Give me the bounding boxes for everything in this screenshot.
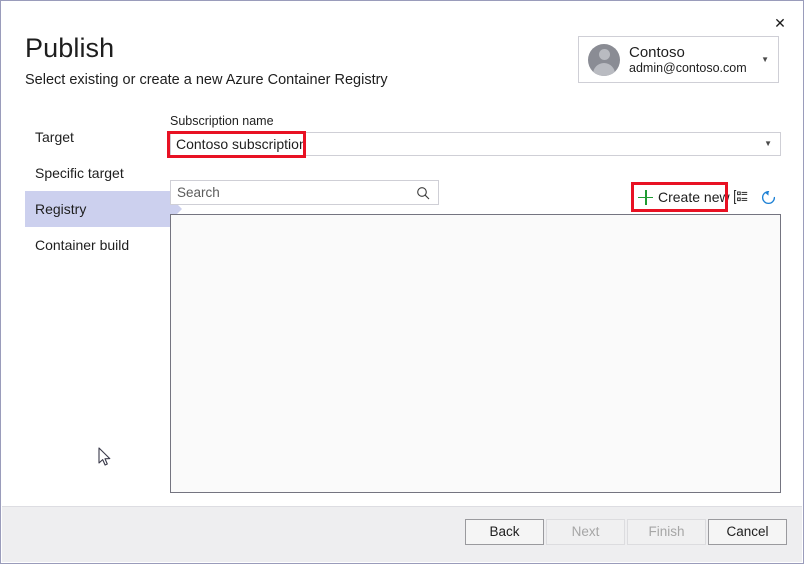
account-text: Contoso admin@contoso.com (629, 44, 747, 76)
account-name: Contoso (629, 43, 685, 61)
chevron-down-icon[interactable]: ▼ (761, 55, 769, 64)
create-new-label: Create new (658, 189, 730, 205)
account-selector[interactable]: Contoso admin@contoso.com ▼ (578, 36, 779, 83)
subscription-name-label: Subscription name (170, 114, 274, 128)
wizard-step-nav: Target Specific target Registry Containe… (25, 119, 182, 263)
registry-search-box[interactable] (170, 180, 439, 205)
subscription-name-value: Contoso subscription (176, 136, 307, 152)
publish-dialog: ✕ Publish Select existing or create a ne… (0, 0, 804, 564)
search-icon[interactable] (416, 186, 430, 200)
create-new-button[interactable]: Create new (638, 187, 730, 207)
person-avatar-icon (588, 43, 620, 76)
page-title: Publish (25, 33, 115, 63)
back-button[interactable]: Back (465, 519, 544, 545)
dialog-footer: Back Next Finish Cancel (2, 506, 802, 562)
sidebar-item-label: Specific target (35, 165, 124, 181)
sidebar-item-registry[interactable]: Registry (25, 191, 182, 227)
detail-view-icon[interactable] (730, 186, 752, 208)
close-icon[interactable]: ✕ (763, 9, 797, 37)
sidebar-item-container-build[interactable]: Container build (25, 227, 171, 263)
registry-list-panel[interactable] (170, 214, 781, 493)
plus-icon (638, 189, 653, 205)
account-email: admin@contoso.com (629, 60, 747, 75)
sidebar-item-specific-target[interactable]: Specific target (25, 155, 171, 191)
sidebar-item-target[interactable]: Target (25, 119, 171, 155)
refresh-icon[interactable] (757, 186, 779, 208)
finish-button: Finish (627, 519, 706, 545)
chevron-down-icon[interactable]: ▼ (764, 140, 772, 148)
sidebar-item-label: Target (35, 129, 74, 145)
search-input[interactable] (171, 180, 416, 205)
page-subtitle: Select existing or create a new Azure Co… (25, 72, 388, 88)
next-button: Next (546, 519, 625, 545)
mouse-cursor (98, 447, 111, 466)
subscription-name-dropdown[interactable]: Contoso subscription ▼ (170, 132, 781, 156)
sidebar-item-label: Registry (35, 201, 87, 217)
cancel-button[interactable]: Cancel (708, 519, 787, 545)
sidebar-item-label: Container build (35, 237, 130, 253)
